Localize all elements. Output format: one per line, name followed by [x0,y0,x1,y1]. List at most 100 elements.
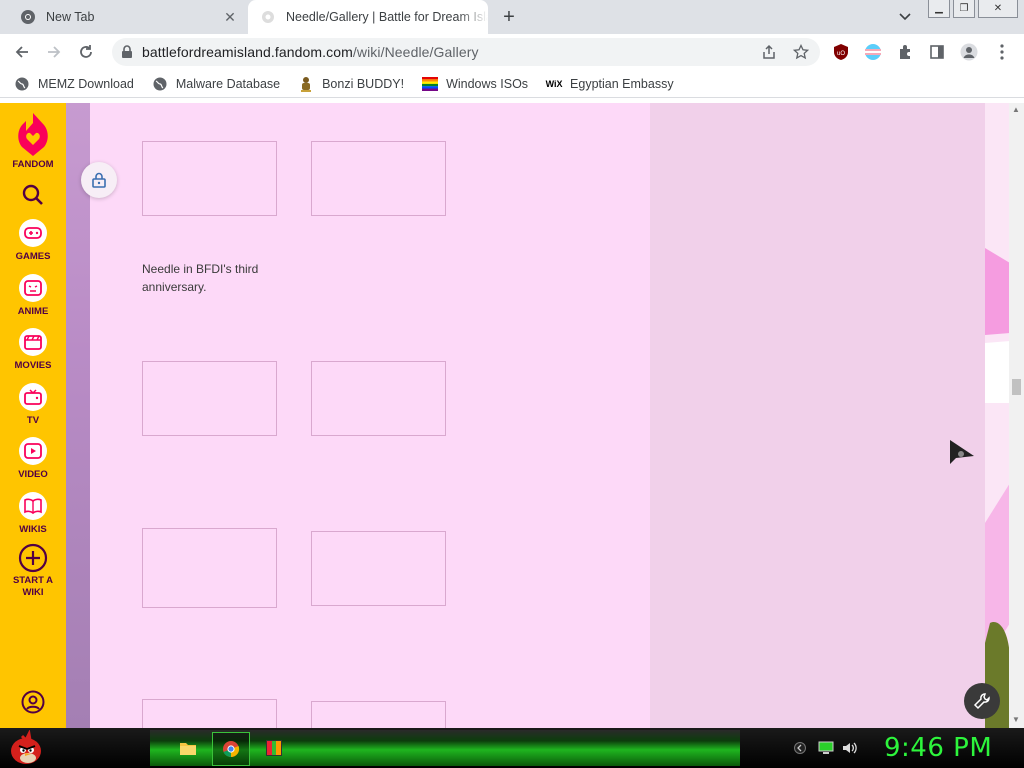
right-rail [650,103,985,728]
url-path: /wiki/Needle/Gallery [352,44,479,60]
tab-needle-gallery[interactable]: Needle/Gallery | Battle for Dream Island… [248,0,488,34]
gallery-thumbnail[interactable] [311,361,446,436]
bookmark-egyptian-embassy[interactable]: WiX Egyptian Embassy [546,76,674,92]
bonzi-icon [298,76,314,92]
tab-title: Needle/Gallery | Battle for Dream Island… [286,10,488,24]
minimize-button[interactable]: ▁ [928,0,950,18]
chrome-icon [20,9,36,25]
bookmark-label: MEMZ Download [38,76,134,91]
nav-video[interactable]: VIDEO [0,437,66,481]
extension-flag-icon[interactable] [864,43,882,61]
globe-icon [14,76,30,92]
gallery-thumbnail[interactable] [142,361,277,436]
bookmark-star-icon[interactable] [792,43,810,61]
edit-lock-button[interactable] [81,162,117,198]
nav-movies[interactable]: MOVIES [0,328,66,372]
tab-new-tab[interactable]: New Tab ✕ [0,0,246,34]
share-icon[interactable] [760,43,778,61]
close-window-button[interactable]: ✕ [978,0,1018,18]
nav-label: ANIME [17,306,49,317]
nav-label: WIKIS [19,524,47,535]
browser-toolbar: battlefordreamisland.fandom.com/wiki/Nee… [0,34,1024,70]
start-a-wiki-button[interactable]: START A WIKI [0,543,66,599]
taskbar-app[interactable] [256,732,292,764]
nav-anime[interactable]: ANIME [0,274,66,318]
background-art-left [66,103,90,728]
close-icon[interactable]: ✕ [220,7,240,27]
taskbar-clock[interactable]: 9:46 PM [884,733,992,763]
scroll-up-arrow-icon[interactable]: ▲ [1012,105,1020,114]
bookmark-label: Egyptian Embassy [570,76,674,91]
restore-button[interactable]: ❐ [953,0,975,18]
anime-icon [19,274,47,302]
play-icon [19,437,47,465]
wiki-tools-button[interactable] [964,683,1000,719]
search-icon [22,184,43,205]
search-button[interactable] [0,183,66,207]
tray-chevron-icon[interactable] [792,740,808,756]
colorful-app-icon [266,740,282,756]
reload-button[interactable] [74,40,98,64]
gallery-thumbnail[interactable] [311,701,446,728]
nav-label: VIDEO [18,469,48,480]
gallery-thumbnail[interactable] [311,141,446,216]
nav-games[interactable]: GAMES [0,219,66,263]
fandom-favicon-icon [260,9,276,25]
book-icon [19,492,47,520]
taskbar-chrome[interactable] [212,732,250,766]
mouse-cursor-icon [950,440,974,464]
fandom-global-nav: FANDOM GAMES ANIME MOVIES TV VIDEO WIKIS [0,103,66,728]
ublock-icon[interactable]: uO [832,43,850,61]
nav-label: MOVIES [14,360,52,371]
clapper-icon [19,328,47,356]
globe-icon [152,76,168,92]
nav-tv[interactable]: TV [0,383,66,427]
bookmark-label: Bonzi BUDDY! [322,76,405,91]
back-button[interactable] [10,40,34,64]
menu-kebab-icon[interactable] [993,43,1011,61]
scroll-down-arrow-icon[interactable]: ▼ [1012,715,1020,724]
nav-label: TV [26,415,40,426]
lock-icon[interactable] [112,45,142,59]
user-account-button[interactable] [0,690,66,714]
bookmark-memz[interactable]: MEMZ Download [14,76,134,92]
fandom-logo[interactable]: FANDOM [0,111,66,171]
bookmark-malware-database[interactable]: Malware Database [152,76,280,92]
puzzle-icon[interactable] [896,43,914,61]
tab-title: New Tab [46,10,95,24]
chevron-down-icon[interactable] [896,8,914,26]
fandom-flame-icon [18,113,48,156]
address-bar[interactable]: battlefordreamisland.fandom.com/wiki/Nee… [112,38,820,66]
start-button[interactable] [4,728,48,768]
network-icon[interactable] [818,740,834,756]
start-wiki-label: START A WIKI [12,575,54,598]
volume-icon[interactable] [842,740,858,756]
taskbar-explorer[interactable] [170,732,206,764]
scrollbar-thumb[interactable] [1012,379,1021,395]
user-icon [21,690,45,714]
tab-strip: New Tab ✕ Needle/Gallery | Battle for Dr… [0,0,1024,34]
forward-button[interactable] [42,40,66,64]
side-panel-icon[interactable] [928,43,946,61]
bookmarks-bar: MEMZ Download Malware Database Bonzi BUD… [0,70,1024,98]
plus-circle-icon [18,543,48,573]
nav-wikis[interactable]: WIKIS [0,492,66,536]
page-scrollbar[interactable]: ▲ ▼ [1009,103,1024,728]
gallery-thumbnail[interactable] [142,699,277,728]
gallery-thumbnail[interactable] [311,531,446,606]
angry-bird-icon [11,730,41,764]
bookmark-windows-isos[interactable]: Windows ISOs [422,76,528,92]
folder-icon [180,743,196,755]
new-tab-button[interactable]: + [498,6,520,28]
chrome-icon [223,741,240,758]
taskbar: 9:46 PM [0,728,1024,768]
rainbow-flag-icon [422,76,439,92]
svg-text:uO: uO [837,51,845,57]
gallery-thumbnail[interactable] [142,528,277,608]
bookmark-bonzi-buddy[interactable]: Bonzi BUDDY! [298,76,404,92]
wrench-icon [973,693,990,710]
nav-label: GAMES [15,251,51,262]
profile-icon[interactable] [960,43,978,61]
wix-icon: WiX [545,78,563,89]
gallery-thumbnail[interactable] [142,141,277,216]
